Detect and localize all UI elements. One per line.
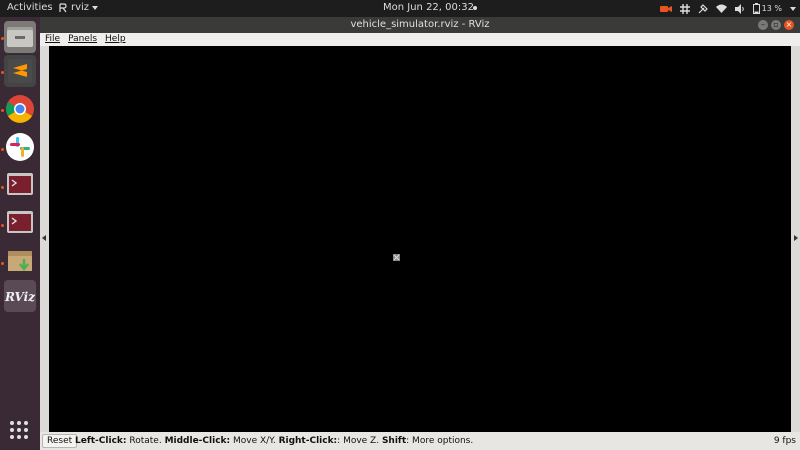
- battery-indicator[interactable]: 13 %: [752, 3, 782, 14]
- battery-icon: [752, 3, 760, 14]
- dock-files[interactable]: [4, 21, 36, 53]
- help-shift: Shift: [381, 436, 407, 446]
- dock-sublime-text[interactable]: [4, 55, 36, 87]
- window-titlebar[interactable]: vehicle_simulator.rviz - RViz – ▫ ×: [40, 17, 800, 33]
- dock-rviz[interactable]: RViz: [4, 280, 36, 312]
- activities-button[interactable]: Activities: [7, 2, 53, 13]
- software-updater-icon: [8, 251, 32, 272]
- help-middle-click: Middle-Click:: [164, 436, 231, 446]
- help-shift-desc: : More options.: [406, 436, 474, 446]
- app-menu[interactable]: rviz: [58, 2, 99, 13]
- show-applications-icon[interactable]: [10, 421, 28, 439]
- slack-tray-icon[interactable]: [679, 3, 690, 14]
- close-button[interactable]: ×: [784, 20, 794, 30]
- help-left-click-desc: Rotate.: [126, 436, 165, 446]
- system-menu-chevron-icon[interactable]: [790, 6, 796, 11]
- origin-marker-icon: [393, 254, 400, 261]
- help-middle-click-desc: Move X/Y.: [230, 436, 279, 446]
- tool-tray-icon[interactable]: [698, 3, 708, 14]
- help-right-click: Right-Click:: [278, 436, 338, 446]
- window-controls: – ▫ ×: [758, 20, 794, 30]
- menu-file[interactable]: File: [45, 33, 60, 46]
- terminal-icon: [7, 173, 33, 195]
- right-panel-collapser[interactable]: [791, 46, 800, 432]
- chevron-down-icon: [92, 5, 99, 10]
- notification-dot-icon: [473, 6, 477, 10]
- menu-bar: File Panels Help: [40, 33, 800, 46]
- app-menu-label: rviz: [71, 2, 90, 13]
- reset-button[interactable]: Reset: [42, 434, 78, 448]
- maximize-button[interactable]: ▫: [771, 20, 781, 30]
- dock-chrome[interactable]: [4, 93, 36, 125]
- rviz-icon-label: RViz: [4, 290, 36, 304]
- rviz-window: vehicle_simulator.rviz - RViz – ▫ × File…: [40, 17, 800, 450]
- menu-panels[interactable]: Panels: [68, 33, 97, 46]
- screen-recording-icon[interactable]: [659, 4, 672, 14]
- battery-percent: 13 %: [761, 4, 782, 13]
- help-left-click: Left-Click:: [75, 436, 127, 446]
- 3d-viewport[interactable]: [49, 46, 791, 432]
- ubuntu-dock: RViz: [0, 17, 40, 450]
- window-title: vehicle_simulator.rviz - RViz: [350, 19, 490, 30]
- wifi-icon[interactable]: [715, 4, 727, 13]
- dock-terminal-1[interactable]: [4, 168, 36, 200]
- chrome-icon: [6, 95, 34, 123]
- rviz-icon: RViz: [4, 290, 36, 304]
- dock-slack[interactable]: [4, 131, 36, 163]
- system-tray[interactable]: 13 %: [659, 1, 796, 16]
- left-panel-collapser[interactable]: [40, 46, 49, 432]
- help-right-click-desc: : Move Z.: [337, 436, 382, 446]
- sublime-text-icon: [8, 59, 32, 83]
- status-bar: Reset Left-Click: Rotate. Middle-Click: …: [40, 432, 800, 450]
- help-text: Left-Click: Rotate. Middle-Click: Move X…: [75, 432, 473, 450]
- files-icon: [7, 27, 33, 47]
- clock[interactable]: Mon Jun 22, 00:32: [383, 2, 474, 13]
- terminal-icon: [7, 211, 33, 233]
- slack-icon: [6, 133, 34, 161]
- fps-counter: 9 fps: [773, 436, 796, 446]
- dock-software-updater[interactable]: [4, 245, 36, 277]
- volume-icon[interactable]: [734, 3, 745, 14]
- menu-help[interactable]: Help: [105, 33, 126, 46]
- system-top-bar: Activities rviz Mon Jun 22, 00:32 13 %: [0, 0, 800, 17]
- expand-left-icon: [42, 235, 46, 241]
- expand-right-icon: [794, 235, 798, 241]
- dock-terminal-2[interactable]: [4, 206, 36, 238]
- rviz-small-icon: [59, 2, 67, 12]
- minimize-button[interactable]: –: [758, 20, 768, 30]
